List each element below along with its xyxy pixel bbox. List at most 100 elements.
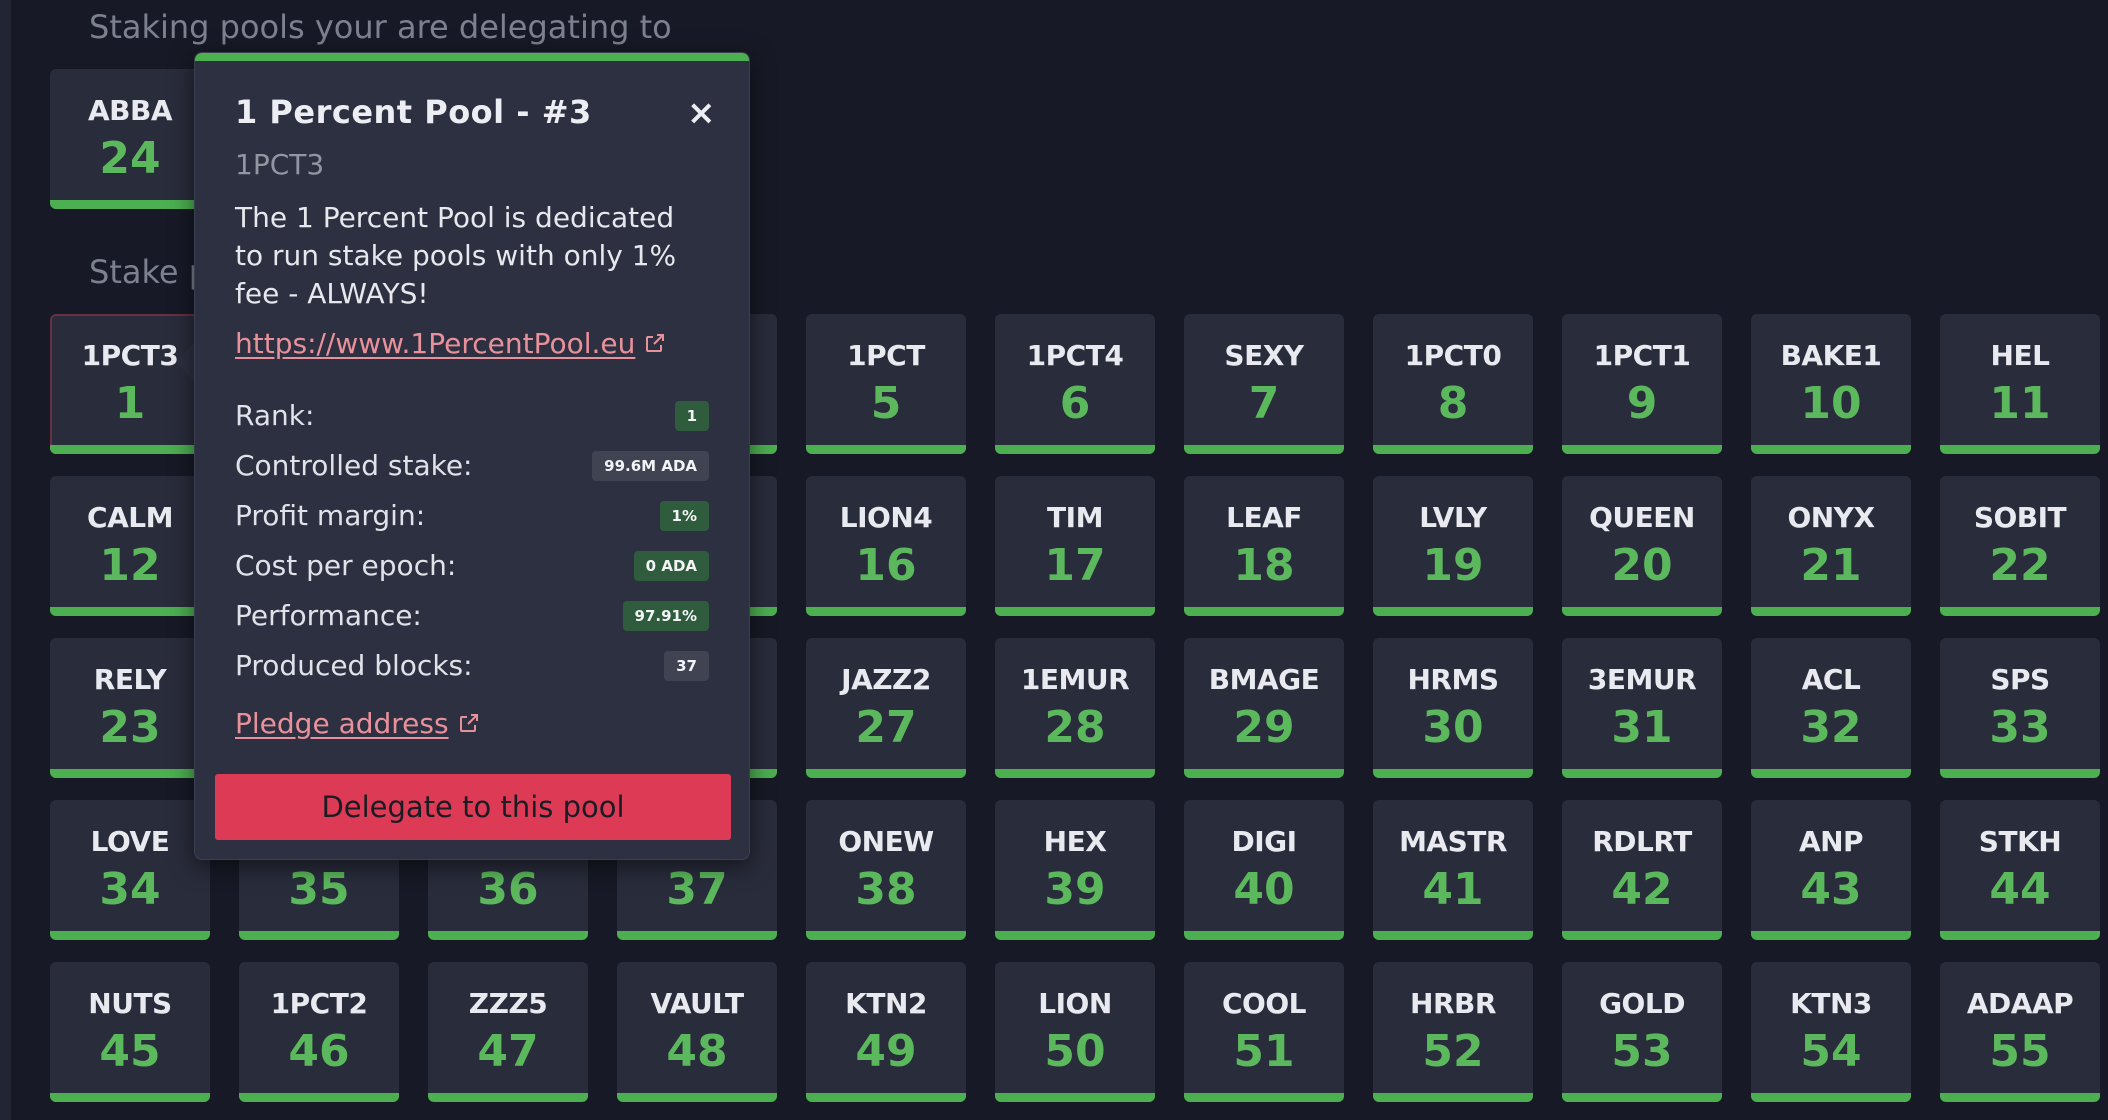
pool-rank: 22 [1989, 540, 2051, 591]
stake-section-title: Stake p [89, 253, 210, 291]
stat-performance-label: Performance: [235, 599, 422, 632]
pool-ticker: HEX [1043, 825, 1107, 858]
pool-website-link[interactable]: https://www.1PercentPool.eu [235, 327, 667, 362]
pool-rank: 50 [1044, 1026, 1106, 1077]
pool-rank: 47 [477, 1026, 539, 1077]
pool-tile[interactable]: SPS 33 [1940, 638, 2100, 778]
pool-tile[interactable]: LOVE 34 [50, 800, 210, 940]
pool-tile[interactable]: DIGI 40 [1184, 800, 1344, 940]
pool-tile[interactable]: SOBIT 22 [1940, 476, 2100, 616]
pool-rank: 53 [1611, 1026, 1673, 1077]
pool-rank: 24 [99, 133, 161, 184]
pool-tile[interactable]: MASTR 41 [1373, 800, 1533, 940]
pool-ticker: 1PCT1 [1593, 339, 1691, 372]
pool-ticker: HRMS [1407, 663, 1499, 696]
pool-tile[interactable]: LEAF 18 [1184, 476, 1344, 616]
stat-cost-per-epoch-label: Cost per epoch: [235, 549, 457, 582]
pool-tile[interactable]: HRBR 52 [1373, 962, 1533, 1102]
pool-tile[interactable]: 1PCT2 46 [239, 962, 399, 1102]
pool-tile[interactable]: ADAAP 55 [1940, 962, 2100, 1102]
left-edge-bar [0, 0, 11, 1120]
pool-ticker: 1EMUR [1020, 663, 1130, 696]
pool-tile[interactable]: BMAGE 29 [1184, 638, 1344, 778]
pool-rank: 41 [1422, 864, 1484, 915]
pool-rank: 10 [1800, 378, 1862, 429]
pool-rank: 39 [1044, 864, 1106, 915]
pool-tile[interactable]: ONEW 38 [806, 800, 966, 940]
pool-tile[interactable]: ANP 43 [1751, 800, 1911, 940]
pool-rank: 9 [1626, 378, 1658, 429]
pool-tile[interactable]: LION4 16 [806, 476, 966, 616]
pool-rank: 42 [1611, 864, 1673, 915]
pool-tile[interactable]: STKH 44 [1940, 800, 2100, 940]
pool-ticker: 1PCT0 [1404, 339, 1502, 372]
pool-rank: 20 [1611, 540, 1673, 591]
pool-ticker: ABBA [87, 94, 173, 127]
pool-rank: 43 [1800, 864, 1862, 915]
pool-tile[interactable]: JAZZ2 27 [806, 638, 966, 778]
pool-ticker: RDLRT [1592, 825, 1692, 858]
pool-rank: 36 [477, 864, 539, 915]
pool-tile[interactable]: CALM 12 [50, 476, 210, 616]
pool-ticker: ZZZ5 [468, 987, 548, 1020]
pool-tile[interactable]: ZZZ5 47 [428, 962, 588, 1102]
popup-ticker: 1PCT3 [235, 148, 325, 181]
external-link-icon [457, 709, 481, 742]
pool-rank: 40 [1233, 864, 1295, 915]
pool-tile[interactable]: NUTS 45 [50, 962, 210, 1102]
pool-rank: 37 [666, 864, 728, 915]
delegate-button[interactable]: Delegate to this pool [215, 774, 731, 840]
pool-tile[interactable]: BAKE1 10 [1751, 314, 1911, 454]
pool-tile[interactable]: HEX 39 [995, 800, 1155, 940]
pool-tile[interactable]: LVLY 19 [1373, 476, 1533, 616]
pool-ticker: STKH [1978, 825, 2062, 858]
pool-tile[interactable]: ACL 32 [1751, 638, 1911, 778]
pool-tile[interactable]: RDLRT 42 [1562, 800, 1722, 940]
stat-controlled-stake-label: Controlled stake: [235, 449, 473, 482]
pool-tile[interactable]: ONYX 21 [1751, 476, 1911, 616]
pool-ticker: VAULT [650, 987, 744, 1020]
pool-ticker: DIGI [1231, 825, 1297, 858]
pool-tile[interactable]: 3EMUR 31 [1562, 638, 1722, 778]
pool-tile[interactable]: KTN2 49 [806, 962, 966, 1102]
pool-tile[interactable]: KTN3 54 [1751, 962, 1911, 1102]
pool-ticker: ADAAP [1966, 987, 2074, 1020]
pool-ticker: HRBR [1410, 987, 1496, 1020]
pool-ticker: ONYX [1787, 501, 1875, 534]
pool-tile[interactable]: 1EMUR 28 [995, 638, 1155, 778]
pool-rank: 8 [1437, 378, 1469, 429]
pool-tile[interactable]: QUEEN 20 [1562, 476, 1722, 616]
delegating-pool-tile[interactable]: ABBA 24 [50, 69, 210, 209]
close-icon[interactable]: × [687, 93, 716, 133]
pool-ticker: SOBIT [1973, 501, 2067, 534]
pool-tile[interactable]: COOL 51 [1184, 962, 1344, 1102]
pool-rank: 21 [1800, 540, 1862, 591]
pool-tile[interactable]: SEXY 7 [1184, 314, 1344, 454]
pool-tile[interactable]: TIM 17 [995, 476, 1155, 616]
pool-ticker: 3EMUR [1587, 663, 1697, 696]
pledge-address-link[interactable]: Pledge address [235, 707, 481, 742]
pool-rank: 35 [288, 864, 350, 915]
pool-tile[interactable]: 1PCT3 1 [50, 314, 210, 454]
pool-tile[interactable]: LION 50 [995, 962, 1155, 1102]
pool-tile[interactable]: HRMS 30 [1373, 638, 1533, 778]
stat-performance-badge: 97.91% [622, 601, 709, 631]
stat-profit-margin-label: Profit margin: [235, 499, 426, 532]
pool-tile[interactable]: RELY 23 [50, 638, 210, 778]
pool-ticker: 1PCT [847, 339, 925, 372]
pool-ticker: ONEW [838, 825, 934, 858]
stat-produced-blocks-label: Produced blocks: [235, 649, 473, 682]
pool-tile[interactable]: 1PCT 5 [806, 314, 966, 454]
pool-tile[interactable]: 1PCT0 8 [1373, 314, 1533, 454]
pool-ticker: RELY [93, 663, 167, 696]
pool-ticker: LVLY [1419, 501, 1487, 534]
pool-rank: 54 [1800, 1026, 1862, 1077]
pool-tile[interactable]: HEL 11 [1940, 314, 2100, 454]
pool-rank: 19 [1422, 540, 1484, 591]
pool-tile[interactable]: GOLD 53 [1562, 962, 1722, 1102]
pool-rank: 52 [1422, 1026, 1484, 1077]
pool-tile[interactable]: VAULT 48 [617, 962, 777, 1102]
popup-title: 1 Percent Pool - #3 [235, 93, 592, 131]
pool-tile[interactable]: 1PCT1 9 [1562, 314, 1722, 454]
pool-tile[interactable]: 1PCT4 6 [995, 314, 1155, 454]
